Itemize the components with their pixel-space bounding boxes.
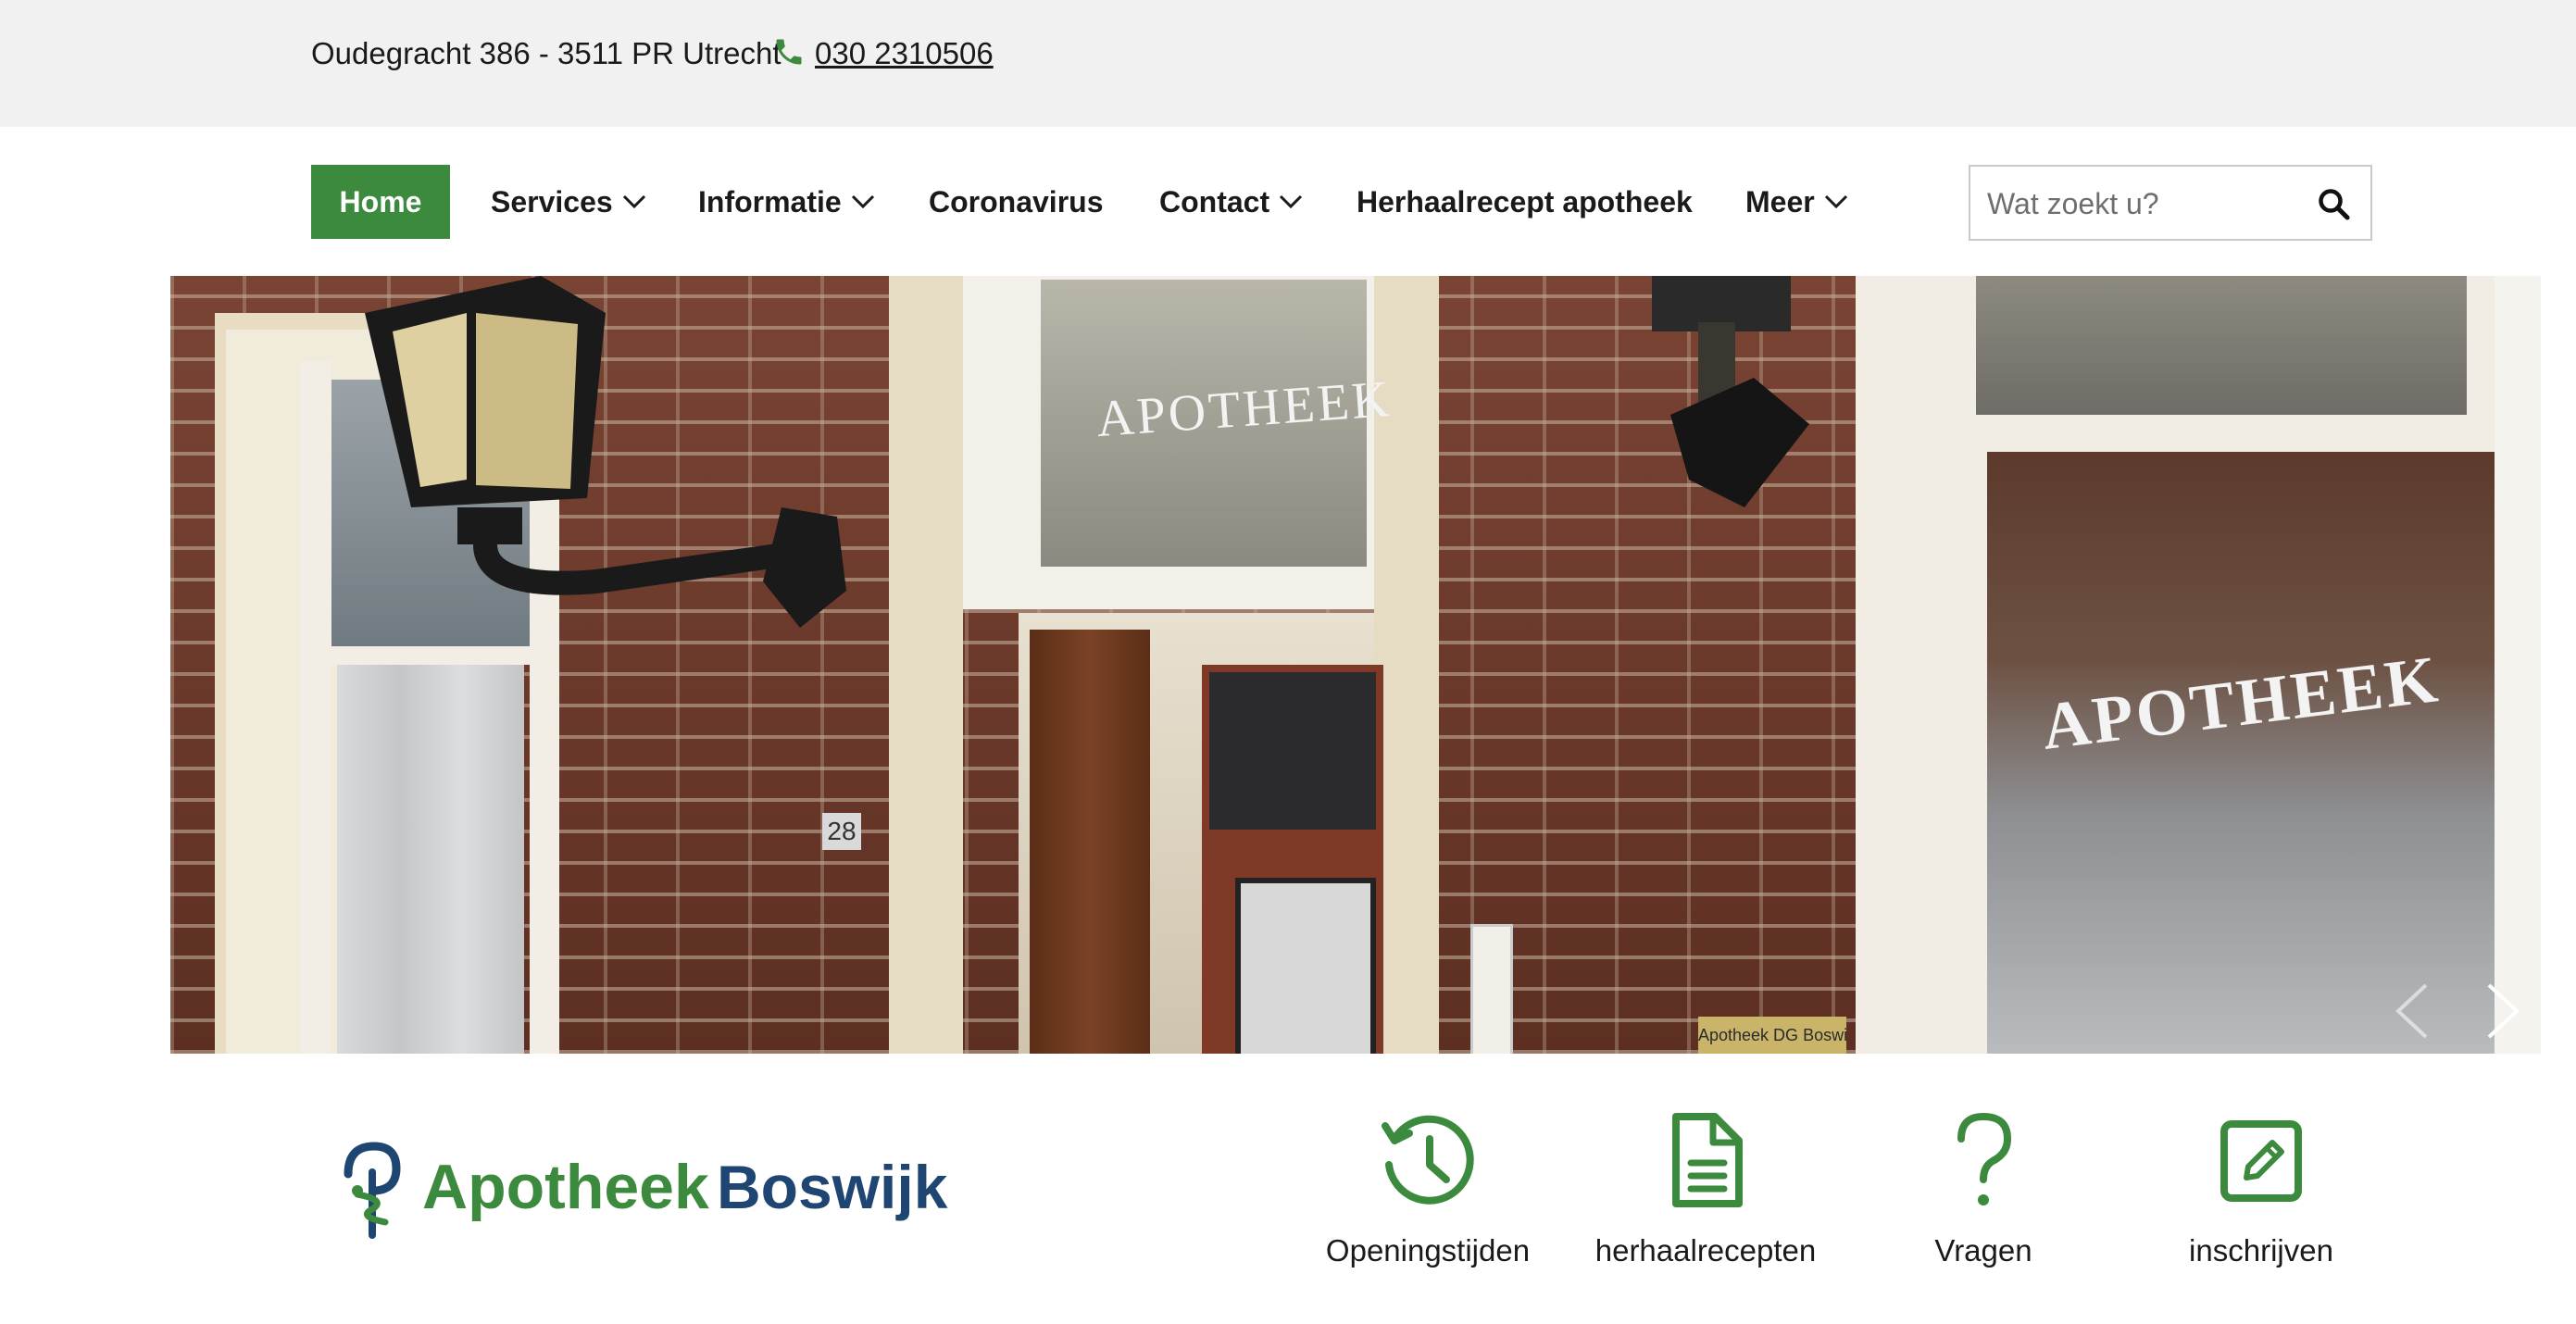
nav-coronavirus-label: Coronavirus xyxy=(929,185,1104,219)
chevron-down-icon xyxy=(1824,194,1847,208)
quick-link-openingstijden[interactable]: Openingstijden xyxy=(1317,1111,1539,1268)
quick-link-vragen[interactable]: Vragen xyxy=(1872,1111,2095,1268)
chevron-down-icon xyxy=(622,194,645,208)
nav-contact[interactable]: Contact xyxy=(1159,165,1303,239)
document-icon xyxy=(1672,1113,1743,1207)
history-clock-icon xyxy=(1382,1115,1474,1205)
nav-herhaalrecept[interactable]: Herhaalrecept apotheek xyxy=(1357,165,1693,239)
nav-meer-label: Meer xyxy=(1745,185,1815,219)
nav-home[interactable]: Home xyxy=(311,165,450,239)
slider-next-icon[interactable] xyxy=(2482,981,2524,1041)
wall-lamp-bracket xyxy=(1652,276,1809,507)
shop-window-upper-glass xyxy=(1976,276,2467,415)
nav-meer[interactable]: Meer xyxy=(1745,165,1848,239)
nav-contact-label: Contact xyxy=(1159,185,1270,219)
search-icon[interactable] xyxy=(2317,187,2350,220)
nav-informatie[interactable]: Informatie xyxy=(698,165,875,239)
logo-word-boswijk: Boswijk xyxy=(717,1153,948,1221)
quick-link-label: inschrijven xyxy=(2189,1233,2333,1268)
door-grille xyxy=(1235,878,1376,1054)
chevron-down-icon xyxy=(851,194,874,208)
chevron-down-icon xyxy=(1280,194,1303,208)
quick-link-herhaalrecepten[interactable]: herhaalrecepten xyxy=(1594,1111,1817,1268)
nameplate: Apotheek DG Boswijk xyxy=(1698,1017,1846,1054)
search-box xyxy=(1969,165,2372,241)
inner-door-window xyxy=(1209,672,1376,830)
top-bar: Oudegracht 386 - 3511 PR Utrecht 030 231… xyxy=(0,0,2576,127)
search-input[interactable] xyxy=(1985,167,2295,241)
hero-slider: 28 APOTHEEK Apotheek DG Boswijk APOTHEEK xyxy=(170,276,2541,1054)
street-lantern xyxy=(365,276,846,628)
nav-services-label: Services xyxy=(491,185,613,219)
nav-coronavirus[interactable]: Coronavirus xyxy=(929,165,1103,239)
nav-informatie-label: Informatie xyxy=(698,185,842,219)
quick-link-inschrijven[interactable]: inschrijven xyxy=(2150,1111,2372,1268)
nav-herhaalrecept-label: Herhaalrecept apotheek xyxy=(1357,185,1693,219)
quick-link-label: Vragen xyxy=(1934,1233,2032,1268)
question-mark-icon xyxy=(1957,1112,2012,1205)
house-number: 28 xyxy=(822,813,861,850)
nav-services[interactable]: Services xyxy=(491,165,646,239)
slider-prev-icon[interactable] xyxy=(2391,981,2433,1041)
doorbell-panel xyxy=(1470,924,1513,1054)
logo-word-apotheek: Apotheek xyxy=(422,1152,709,1222)
door-frame-left xyxy=(889,276,963,1054)
phone-icon xyxy=(776,39,802,65)
bowl-of-hygieia-icon xyxy=(344,1142,401,1239)
nav-home-label: Home xyxy=(339,185,422,219)
address-text: Oudegracht 386 - 3511 PR Utrecht xyxy=(311,36,782,70)
open-door xyxy=(1030,630,1150,1054)
quick-link-label: herhaalrecepten xyxy=(1594,1233,1817,1268)
edit-icon xyxy=(2220,1120,2302,1202)
left-window-sash xyxy=(300,361,331,1054)
phone-link[interactable]: 030 2310506 xyxy=(815,33,994,74)
shop-window-right-post xyxy=(2495,276,2541,1054)
quick-link-label: Openingstijden xyxy=(1325,1233,1531,1268)
curtain xyxy=(337,665,524,1054)
